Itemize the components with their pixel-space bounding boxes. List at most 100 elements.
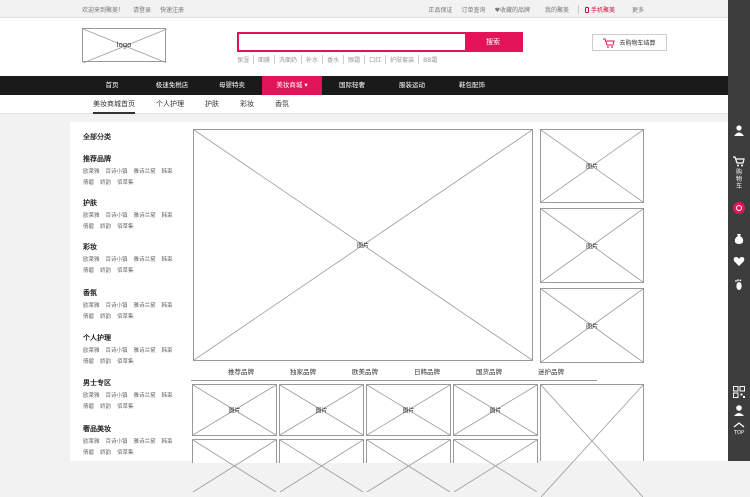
category-brand-link[interactable]: 雅诗兰黛 (134, 301, 156, 309)
category-brand-link[interactable]: 雅诗兰黛 (134, 211, 156, 219)
category-brand-link[interactable]: 雅诗兰黛 (134, 437, 156, 445)
top-link-orders[interactable]: 订单查询 (462, 5, 486, 14)
brand-placeholder[interactable] (279, 439, 364, 492)
category-brand-link[interactable]: 倩碧 (83, 178, 94, 186)
brand-tab[interactable]: 日韩品牌 (396, 366, 458, 376)
top-link-authentic[interactable]: 正品保证 (429, 5, 453, 14)
side-promo-placeholder[interactable]: 图片 (540, 288, 644, 363)
category-name[interactable]: 推荐品牌 (83, 154, 187, 164)
nav-item-luxury[interactable]: 国际轻奢 (322, 76, 382, 95)
category-brand-link[interactable]: 百诗小镇 (106, 391, 128, 399)
cart-label[interactable]: 购 物 车 (728, 169, 750, 190)
hot-keyword[interactable]: 护肤套装 (386, 55, 420, 64)
category-brand-link[interactable]: 倩碧 (83, 448, 94, 456)
logo[interactable]: logo (82, 28, 167, 63)
category-brand-link[interactable]: 娇韵 (100, 402, 111, 410)
category-brand-link[interactable]: 韩束 (162, 301, 173, 309)
brand-large-placeholder[interactable] (540, 384, 644, 497)
money-bag-icon[interactable] (733, 232, 745, 244)
arrow-up-icon[interactable] (733, 422, 745, 428)
category-brand-link[interactable]: 韩束 (162, 167, 173, 175)
category-brand-link[interactable]: 百诗小镇 (106, 437, 128, 445)
category-name[interactable]: 男士专区 (83, 378, 187, 388)
hot-keyword[interactable]: 补水 (302, 55, 324, 64)
category-brand-link[interactable]: 韩束 (162, 255, 173, 263)
subnav-item-personal-care[interactable]: 个人护理 (156, 99, 184, 114)
brand-placeholder[interactable]: 图片 (453, 384, 538, 436)
category-brand-link[interactable]: 佰草集 (117, 402, 134, 410)
hot-keyword[interactable]: 面膜 (254, 55, 276, 64)
category-brand-link[interactable]: 雅诗兰黛 (134, 346, 156, 354)
category-brand-link[interactable]: 佰草集 (117, 266, 134, 274)
category-brand-link[interactable]: 倩碧 (83, 402, 94, 410)
category-brand-link[interactable]: 百诗小镇 (106, 211, 128, 219)
hot-keyword[interactable]: 口红 (365, 55, 387, 64)
heart-icon[interactable] (733, 256, 745, 267)
brand-placeholder[interactable] (453, 439, 538, 492)
category-brand-link[interactable]: 娇韵 (100, 266, 111, 274)
category-name[interactable]: 奢品美妆 (83, 424, 187, 434)
category-name[interactable]: 个人护理 (83, 333, 187, 343)
category-brand-link[interactable]: 欧莱雅 (83, 391, 100, 399)
category-brand-link[interactable]: 欧莱雅 (83, 211, 100, 219)
search-input[interactable] (239, 34, 467, 50)
hot-keyword[interactable]: 眼霜 (344, 55, 366, 64)
qr-code-icon[interactable] (733, 386, 745, 398)
category-brand-link[interactable]: 韩束 (162, 437, 173, 445)
top-link-favorites[interactable]: ♥收藏的品牌 (495, 5, 530, 14)
brand-placeholder[interactable]: 图片 (279, 384, 364, 436)
cart-icon[interactable] (733, 156, 745, 167)
side-promo-placeholder[interactable]: 图片 (540, 208, 644, 283)
category-brand-link[interactable]: 雅诗兰黛 (134, 255, 156, 263)
brand-tab[interactable]: 推荐品牌 (210, 366, 272, 376)
category-brand-link[interactable]: 百诗小镇 (106, 301, 128, 309)
category-brand-link[interactable]: 佰草集 (117, 178, 134, 186)
search-button[interactable]: 搜索 (465, 34, 521, 50)
register-link[interactable]: 快速注册 (160, 5, 184, 14)
nav-item-home[interactable]: 首页 (82, 76, 142, 95)
nav-item-apparel[interactable]: 服装运动 (382, 76, 442, 95)
category-brand-link[interactable]: 佰草集 (117, 448, 134, 456)
category-brand-link[interactable]: 娇韵 (100, 178, 111, 186)
main-banner-placeholder[interactable]: 图片 (193, 129, 533, 361)
top-link-my-account[interactable]: 我的聚美 (545, 5, 569, 14)
user-icon[interactable] (733, 124, 745, 136)
promo-badge-icon[interactable] (733, 202, 745, 214)
category-brand-link[interactable]: 韩束 (162, 211, 173, 219)
category-brand-link[interactable]: 百诗小镇 (106, 255, 128, 263)
brand-tab[interactable]: 欧美品牌 (334, 366, 396, 376)
hot-keyword[interactable]: 香水 (323, 55, 345, 64)
category-brand-link[interactable]: 百诗小镇 (106, 346, 128, 354)
category-brand-link[interactable]: 佰草集 (117, 222, 134, 230)
hot-keyword[interactable]: 保湿 (237, 55, 255, 64)
back-to-top-button[interactable]: TOP (728, 430, 750, 436)
category-brand-link[interactable]: 倩碧 (83, 357, 94, 365)
brand-placeholder[interactable] (366, 439, 451, 492)
category-brand-link[interactable]: 雅诗兰黛 (134, 167, 156, 175)
footprint-icon[interactable] (733, 279, 745, 291)
category-brand-link[interactable]: 佰草集 (117, 312, 134, 320)
side-promo-placeholder[interactable]: 图片 (540, 129, 644, 203)
brand-tab[interactable]: 国货品牌 (458, 366, 520, 376)
category-brand-link[interactable]: 百诗小镇 (106, 167, 128, 175)
category-brand-link[interactable]: 欧莱雅 (83, 346, 100, 354)
hot-keyword[interactable]: BB霜 (419, 55, 441, 64)
brand-placeholder[interactable]: 图片 (366, 384, 451, 436)
nav-item-bags[interactable]: 鞋包配饰 (442, 76, 502, 95)
category-name[interactable]: 护肤 (83, 198, 187, 208)
nav-item-mother-baby[interactable]: 母婴特卖 (202, 76, 262, 95)
category-name[interactable]: 彩妆 (83, 242, 187, 252)
subnav-item-skincare[interactable]: 护肤 (205, 99, 219, 114)
category-brand-link[interactable]: 韩束 (162, 346, 173, 354)
hot-keyword[interactable]: 洗面奶 (275, 55, 303, 64)
nav-item-beauty-mall[interactable]: 美妆商城 ▾ (262, 76, 322, 95)
category-brand-link[interactable]: 韩束 (162, 391, 173, 399)
category-brand-link[interactable]: 娇韵 (100, 448, 111, 456)
category-brand-link[interactable]: 倩碧 (83, 222, 94, 230)
brand-tab[interactable]: 独家品牌 (272, 366, 334, 376)
category-brand-link[interactable]: 雅诗兰黛 (134, 391, 156, 399)
checkout-cart-button[interactable]: 去购物车结算 (592, 34, 667, 51)
nav-item-duty-free[interactable]: 极速免税店 (142, 76, 202, 95)
mobile-app-link[interactable]: 手机聚美 (577, 5, 615, 14)
brand-placeholder[interactable]: 图片 (192, 384, 277, 436)
